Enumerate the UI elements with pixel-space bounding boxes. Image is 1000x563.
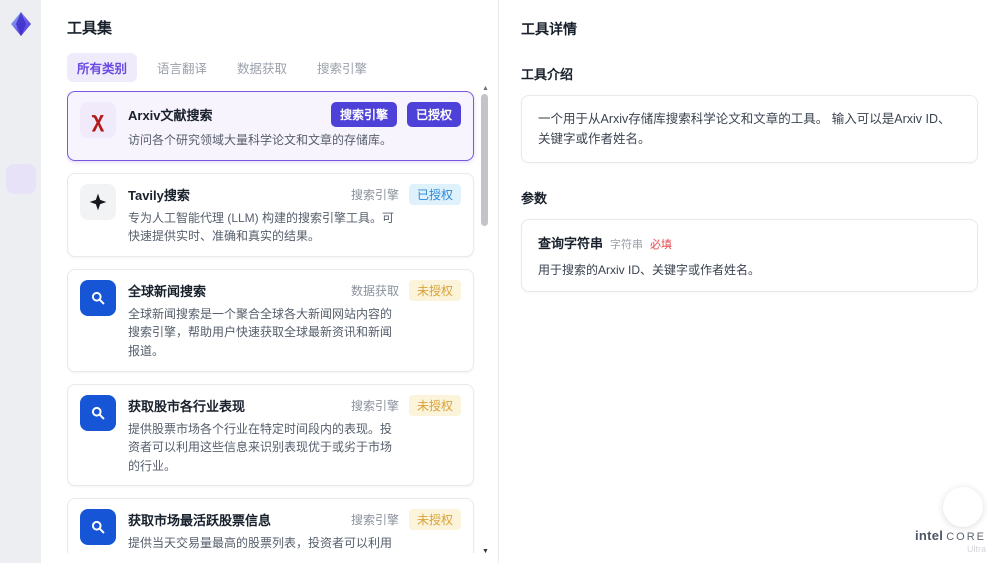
intro-heading: 工具介绍 <box>521 67 574 82</box>
sidebar <box>0 0 41 563</box>
tool-description: 提供股票市场各个行业在特定时间段内的表现。投资者可以利用这些信息来识别表现优于或… <box>128 421 393 473</box>
sidebar-nav <box>5 72 36 286</box>
tool-detail-panel: 工具详情 工具介绍 一个用于从Arxiv存储库搜索科学论文和文章的工具。 输入可… <box>498 0 1000 563</box>
auth-badge: 已授权 <box>408 183 461 205</box>
tab-search-engine[interactable]: 搜索引擎 <box>307 53 377 82</box>
sidebar-item-settings[interactable] <box>6 256 36 286</box>
blue-search-icon <box>80 394 116 431</box>
param-name: 查询字符串 <box>538 236 604 251</box>
download-button[interactable] <box>943 487 983 527</box>
blue-search-icon <box>80 509 116 546</box>
scroll-down-arrow[interactable]: ▼ <box>482 548 489 555</box>
tool-name: 全球新闻搜索 <box>128 283 207 299</box>
tool-list-panel: 工具集 所有类别 语言翻译 数据获取 搜索引擎 χ Arxiv文献搜索 搜索引擎… <box>41 0 498 563</box>
params-heading: 参数 <box>521 191 548 206</box>
category-label: 搜索引擎 <box>350 187 399 202</box>
sidebar-item-models[interactable] <box>6 210 36 240</box>
category-label: 搜索引擎 <box>350 513 399 528</box>
tool-name: Arxiv文献搜索 <box>128 108 213 123</box>
tavily-star-icon <box>80 183 116 220</box>
tool-card-arxiv[interactable]: χ Arxiv文献搜索 搜索引擎 已授权 访问各个研究领域大量科学论文和文章的存… <box>67 91 474 161</box>
tool-card-global-news[interactable]: 全球新闻搜索 数据获取 未授权 全球新闻搜索是一个聚合全球各大新闻网站内容的搜索… <box>67 268 474 372</box>
tool-list: χ Arxiv文献搜索 搜索引擎 已授权 访问各个研究领域大量科学论文和文章的存… <box>67 91 498 553</box>
app-logo <box>5 8 37 40</box>
tab-data-acquisition[interactable]: 数据获取 <box>227 53 297 82</box>
category-label: 搜索引擎 <box>350 398 399 413</box>
tool-description: 访问各个研究领域大量科学论文和文章的存储库。 <box>128 133 393 147</box>
sidebar-bottom <box>6 487 36 563</box>
tool-name: 获取股市各行业表现 <box>128 398 246 414</box>
blue-search-icon <box>80 279 116 316</box>
tool-name: 获取市场最活跃股票信息 <box>128 513 272 529</box>
tool-card-most-active-stocks[interactable]: 获取市场最活跃股票信息 搜索引擎 未授权 提供当天交易量最高的股票列表，投资者可… <box>67 498 474 553</box>
auth-badge: 未授权 <box>408 394 461 416</box>
tool-description: 专为人工智能代理 (LLM) 构建的搜索引擎工具。可快速提供实时、准确和真实的结… <box>128 210 395 244</box>
auth-badge: 未授权 <box>408 279 461 301</box>
detail-title: 工具详情 <box>521 21 577 37</box>
tool-name: Tavily搜索 <box>128 187 190 203</box>
tool-card-tavily[interactable]: Tavily搜索 搜索引擎 已授权 专为人工智能代理 (LLM) 构建的搜索引擎… <box>67 172 474 257</box>
app-window: 工具集 所有类别 语言翻译 数据获取 搜索引擎 χ Arxiv文献搜索 搜索引擎… <box>0 0 1000 563</box>
page-title: 工具集 <box>67 20 113 37</box>
category-tabs: 所有类别 语言翻译 数据获取 搜索引擎 <box>67 53 498 82</box>
sidebar-item-tools[interactable] <box>5 164 36 194</box>
sidebar-item-panel-toggle[interactable] <box>6 525 36 555</box>
arxiv-chi-icon: χ <box>80 102 116 138</box>
scroll-up-arrow[interactable]: ▲ <box>482 85 489 92</box>
brand-maker: intel <box>914 527 944 543</box>
sidebar-item-user[interactable] <box>6 487 36 517</box>
intel-core-logo: intel core Ultra <box>915 527 986 555</box>
brand-product: core <box>946 530 986 543</box>
sidebar-item-chat[interactable] <box>6 72 36 102</box>
param-type: 字符串 <box>610 239 644 251</box>
sidebar-item-files[interactable] <box>6 118 36 148</box>
tool-card-sector-performance[interactable]: 获取股市各行业表现 搜索引擎 未授权 提供股票市场各个行业在特定时间段内的表现。… <box>67 383 474 487</box>
tool-description: 提供当天交易量最高的股票列表，投资者可以利用这些信息来识别流动性强的股票和潜在的… <box>128 536 393 551</box>
brand-tier: Ultra <box>966 544 986 555</box>
category-label: 数据获取 <box>350 283 399 298</box>
list-scrollbar[interactable]: ▲ ▼ <box>480 85 490 561</box>
param-required-badge: 必填 <box>650 239 673 251</box>
tool-description: 全球新闻搜索是一个聚合全球各大新闻网站内容的搜索引擎，帮助用户快速获取全球最新资… <box>128 306 393 358</box>
param-box: 查询字符串 字符串 必填 用于搜索的Arxiv ID、关键字或作者姓名。 <box>521 219 978 292</box>
category-badge: 搜索引擎 <box>330 102 397 127</box>
auth-badge: 已授权 <box>406 102 461 127</box>
tab-language-translation[interactable]: 语言翻译 <box>147 53 217 82</box>
intro-box: 一个用于从Arxiv存储库搜索科学论文和文章的工具。 输入可以是Arxiv ID… <box>521 95 978 163</box>
scrollbar-thumb[interactable] <box>481 94 488 226</box>
auth-badge: 未授权 <box>408 509 461 531</box>
tab-all-categories[interactable]: 所有类别 <box>67 53 138 82</box>
param-description: 用于搜索的Arxiv ID、关键字或作者姓名。 <box>538 263 761 277</box>
